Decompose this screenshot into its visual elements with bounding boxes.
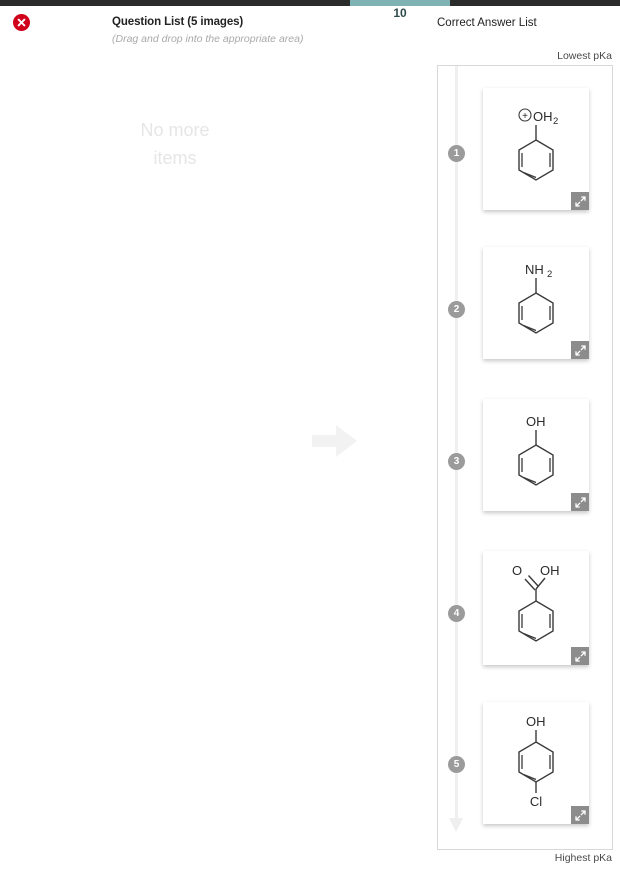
molecule-card-1[interactable]: + OH 2 [483,88,589,210]
highest-pka-label: Highest pKa [554,852,612,864]
question-list-subtitle: (Drag and drop into the appropriate area… [112,33,304,45]
rank-badge-3: 3 [448,453,465,470]
molecule-card-5[interactable]: OH Cl [483,702,589,824]
empty-state-line-2: items [153,148,197,168]
answer-slot-4[interactable]: 4 O OH [438,535,614,687]
expand-icon[interactable] [571,341,589,359]
molecule-card-4[interactable]: O OH [483,551,589,665]
empty-state-line-1: No more [140,120,210,140]
close-icon [17,18,26,27]
rank-badge-2: 2 [448,301,465,318]
svg-text:Cl: Cl [530,794,542,809]
svg-text:+: + [522,111,528,122]
rank-badge-5: 5 [448,756,465,773]
lowest-pka-label: Lowest pKa [557,50,612,62]
question-list-title: Question List (5 images) [112,16,244,28]
svg-text:2: 2 [553,116,558,127]
molecule-card-3[interactable]: OH [483,399,589,511]
quiz-screen: 10 Question List (5 images) (Drag and dr… [0,0,620,876]
empty-state-message: No more items [110,116,240,172]
rank-badge-4: 4 [448,605,465,622]
progress-bar [0,0,620,6]
svg-text:O: O [512,563,522,578]
expand-icon[interactable] [571,493,589,511]
answer-list-title: Correct Answer List [437,17,537,29]
svg-text:OH: OH [526,414,546,429]
answer-list-panel[interactable]: 1 + OH 2 2 NH 2 3 OH 4 O OH 5 OH Cl [437,65,613,850]
svg-text:OH: OH [526,714,546,729]
answer-slot-2[interactable]: 2 NH 2 [438,231,614,381]
answer-slot-5[interactable]: 5 OH Cl [438,688,614,848]
svg-text:NH: NH [525,262,544,277]
svg-text:OH: OH [540,563,560,578]
answer-slot-1[interactable]: 1 + OH 2 [438,66,614,226]
molecule-card-2[interactable]: NH 2 [483,247,589,359]
transfer-arrow-icon [312,424,358,458]
expand-icon[interactable] [571,647,589,665]
svg-text:OH: OH [533,109,553,124]
svg-text:2: 2 [547,269,552,280]
close-button[interactable] [13,14,30,31]
question-list-panel[interactable]: No more items [0,52,300,852]
rank-badge-1: 1 [448,145,465,162]
expand-icon[interactable] [571,192,589,210]
answer-slot-3[interactable]: 3 OH [438,383,614,533]
step-number: 10 [393,6,407,20]
expand-icon[interactable] [571,806,589,824]
